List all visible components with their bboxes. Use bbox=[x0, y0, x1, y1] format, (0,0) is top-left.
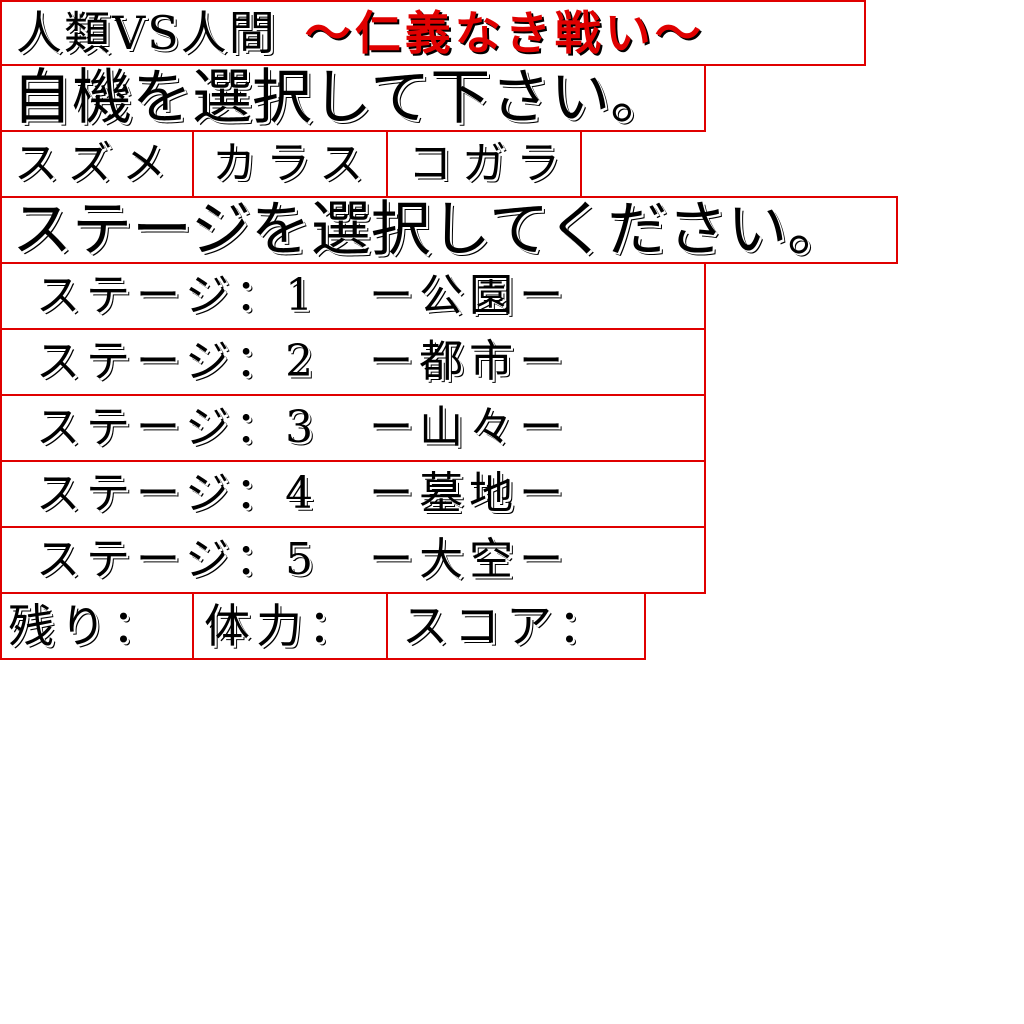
plane-select-heading: 自機を選択して下さい。 bbox=[12, 64, 671, 132]
plane-option-suzume[interactable]: スズメ bbox=[0, 130, 194, 198]
stage-option-label: ステージ：1 ー公園ー bbox=[36, 270, 570, 321]
health-label: 体力： bbox=[204, 599, 360, 653]
stage-option-label: ステージ：3 ー山々ー bbox=[36, 402, 570, 453]
stage-option-2[interactable]: ステージ：2 ー都市ー bbox=[0, 328, 706, 396]
game-title: 人類VS人間 bbox=[16, 6, 277, 60]
stage-option-5[interactable]: ステージ：5 ー大空ー bbox=[0, 526, 706, 594]
stage-option-label: ステージ：4 ー墓地ー bbox=[36, 468, 570, 519]
stage-option-label: ステージ：2 ー都市ー bbox=[36, 336, 570, 387]
stage-select-heading: ステージを選択してください。 bbox=[12, 196, 848, 264]
stage-option-3[interactable]: ステージ：3 ー山々ー bbox=[0, 394, 706, 462]
title-bar: 人類VS人間 〜仁義なき戦い〜 bbox=[0, 0, 866, 66]
plane-option-karasu[interactable]: カラス bbox=[192, 130, 388, 198]
plane-option-label: スズメ bbox=[14, 138, 176, 189]
score-display: スコア： bbox=[386, 592, 646, 660]
plane-option-label: カラス bbox=[212, 138, 374, 189]
plane-option-label: コガラ bbox=[408, 138, 570, 189]
health-display: 体力： bbox=[192, 592, 388, 660]
stage-option-1[interactable]: ステージ：1 ー公園ー bbox=[0, 262, 706, 330]
plane-select-heading-box: 自機を選択して下さい。 bbox=[0, 64, 706, 132]
stage-select-heading-box: ステージを選択してください。 bbox=[0, 196, 898, 264]
stage-option-label: ステージ：5 ー大空ー bbox=[36, 534, 570, 585]
score-label: スコア： bbox=[402, 599, 610, 653]
lives-label: 残り： bbox=[8, 599, 164, 653]
lives-display: 残り： bbox=[0, 592, 194, 660]
game-subtitle: 〜仁義なき戦い〜 bbox=[304, 6, 705, 60]
plane-option-kogara[interactable]: コガラ bbox=[386, 130, 582, 198]
stage-option-4[interactable]: ステージ：4 ー墓地ー bbox=[0, 460, 706, 528]
